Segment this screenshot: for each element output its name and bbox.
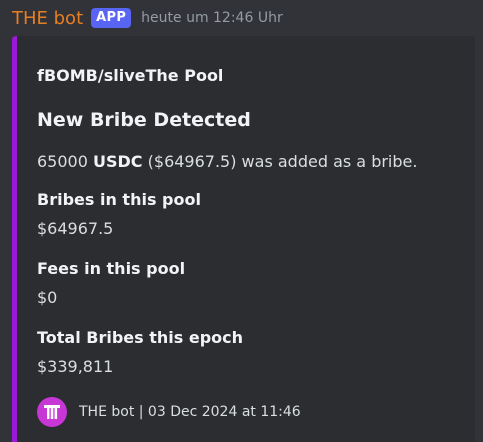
bot-username[interactable]: THE bot [12,8,83,29]
embed-description: 65000 USDC ($64967.5) was added as a bri… [37,152,417,171]
field-value: $0 [37,288,58,307]
bot-message: THE bot APP heute um 12:46 Uhr fBOMB/sli… [0,0,483,442]
the-logo-icon [37,397,67,427]
message-timestamp[interactable]: heute um 12:46 Uhr [141,10,283,26]
field-name: Bribes in this pool [37,190,201,209]
bribe-description-rest: ($64967.5) was added as a bribe. [147,152,418,171]
field-name: Fees in this pool [37,259,186,278]
field-bribes-in-pool: Bribes in this pool $64967.5 [37,190,201,239]
bribe-token: USDC [93,152,143,171]
embed-title: New Bribe Detected [37,109,251,131]
field-value: $64967.5 [37,219,114,238]
field-total-bribes-epoch: Total Bribes this epoch $339,811 [37,328,243,377]
app-badge[interactable]: APP [91,8,132,28]
embed-card: fBOMB/sliveThe Pool New Bribe Detected 6… [12,36,475,442]
field-fees-in-pool: Fees in this pool $0 [37,259,185,308]
embed-footer: THE bot | 03 Dec 2024 at 11:46 [37,397,301,427]
field-value: $339,811 [37,357,114,376]
message-header: THE bot APP heute um 12:46 Uhr [12,5,283,31]
footer-text: THE bot | 03 Dec 2024 at 11:46 [79,404,301,420]
bribe-amount: 65000 [37,152,88,171]
field-name: Total Bribes this epoch [37,328,244,347]
embed-author: fBOMB/sliveThe Pool [37,66,224,85]
